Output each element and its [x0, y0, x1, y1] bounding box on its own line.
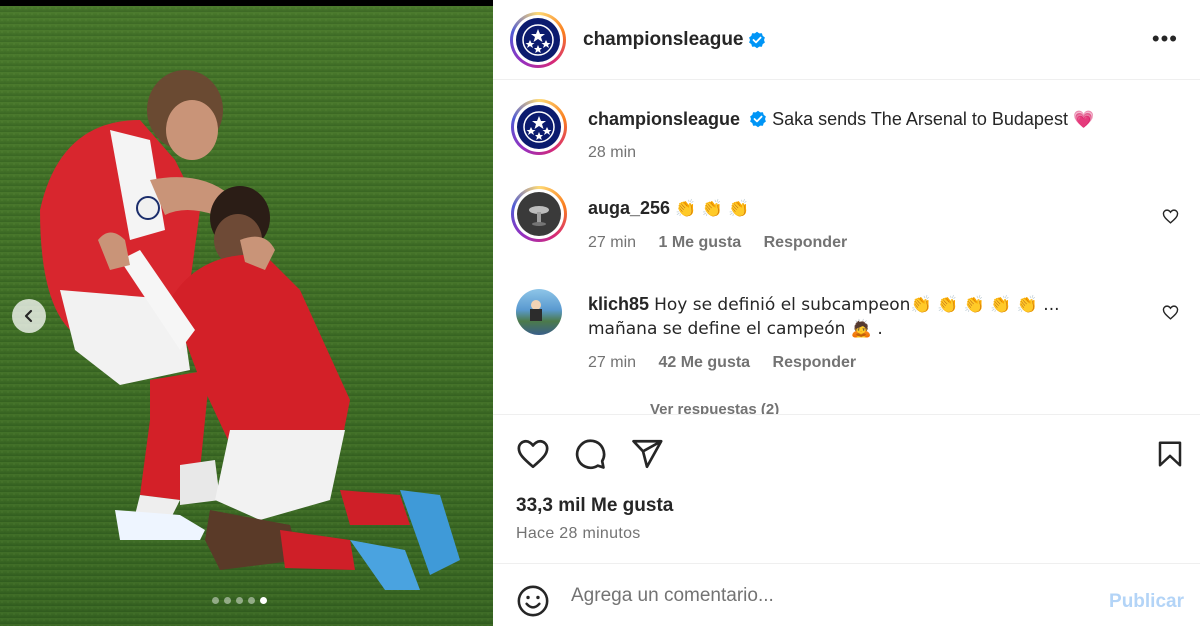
- author-username[interactable]: championsleague: [583, 29, 744, 51]
- comment-time[interactable]: 27 min: [588, 234, 636, 251]
- commenter-photo: [530, 300, 542, 321]
- commenter-avatar[interactable]: [516, 289, 562, 335]
- likes-count[interactable]: 33,3 mil Me gusta: [516, 495, 673, 517]
- comment-input[interactable]: [571, 582, 1091, 610]
- commenter-photo: [517, 192, 561, 236]
- ucl-logo: [517, 105, 561, 149]
- post-header: championsleague •••: [493, 0, 1200, 80]
- chevron-left-icon: [24, 309, 33, 323]
- emoji-icon[interactable]: [516, 584, 550, 618]
- comment-likes[interactable]: 1 Me gusta: [658, 234, 741, 251]
- comment-icon[interactable]: [573, 437, 607, 471]
- carousel-dot: [248, 597, 255, 604]
- carousel-indicator: [212, 597, 267, 604]
- ucl-logo: [516, 17, 560, 62]
- carousel-dot: [236, 597, 243, 604]
- verified-badge-icon: [748, 31, 765, 48]
- comment-text: 👏 👏 👏: [675, 199, 750, 219]
- author-avatar[interactable]: [511, 99, 567, 155]
- post-actions: 33,3 mil Me gusta Hace 28 minutos: [493, 414, 1200, 564]
- bookmark-icon[interactable]: [1155, 437, 1185, 471]
- comment-like-icon[interactable]: [1162, 304, 1179, 321]
- post-photo: [0, 0, 493, 626]
- caption-text: Saka sends The Arsenal to Budapest: [772, 109, 1068, 129]
- heart-icon[interactable]: [515, 437, 551, 471]
- view-replies-button[interactable]: Ver respuestas (2): [650, 401, 779, 414]
- verified-badge-icon: [750, 110, 766, 128]
- carousel-dot: [212, 597, 219, 604]
- carousel-dot: [224, 597, 231, 604]
- commenter-username[interactable]: klich85: [588, 294, 649, 314]
- post-timestamp[interactable]: Hace 28 minutos: [516, 525, 641, 543]
- comment-item: auga_256 👏 👏 👏 27 min 1 Me gusta Respond…: [511, 186, 1181, 266]
- comment-like-icon[interactable]: [1162, 208, 1179, 225]
- publish-button[interactable]: Publicar: [1109, 591, 1184, 613]
- comment-item: klich85 Hoy se definió el subcampeon👏 👏 …: [511, 286, 1181, 396]
- author-avatar[interactable]: [510, 11, 566, 68]
- comment-time[interactable]: 27 min: [588, 354, 636, 371]
- caption-username[interactable]: championsleague: [588, 109, 740, 129]
- comment-likes[interactable]: 42 Me gusta: [658, 354, 750, 371]
- comment-composer: Publicar: [493, 563, 1200, 626]
- caption-item: championsleague Saka sends The Arsenal t…: [511, 99, 1181, 179]
- media-top-border: [0, 0, 493, 6]
- comment-text-line2: mañana se define el campeón 🙇 .: [588, 319, 883, 339]
- carousel-prev-button[interactable]: [12, 299, 46, 333]
- commenter-avatar[interactable]: [511, 186, 567, 242]
- share-icon[interactable]: [630, 437, 664, 471]
- caption-time[interactable]: 28 min: [588, 144, 636, 161]
- carousel-dot-active: [260, 597, 267, 604]
- reply-button[interactable]: Responder: [764, 234, 848, 251]
- post-sidebar: championsleague ••• championsleague Saka…: [493, 0, 1200, 626]
- commenter-username[interactable]: auga_256: [588, 198, 670, 218]
- post-media[interactable]: [0, 0, 493, 626]
- caption-emoji: 💗: [1072, 110, 1095, 130]
- reply-button[interactable]: Responder: [773, 354, 857, 371]
- comment-text-line1: Hoy se definió el subcampeon👏 👏 👏 👏 👏 ..…: [654, 295, 1060, 315]
- comments-list[interactable]: championsleague Saka sends The Arsenal t…: [493, 81, 1200, 414]
- more-options-button[interactable]: •••: [1152, 26, 1178, 52]
